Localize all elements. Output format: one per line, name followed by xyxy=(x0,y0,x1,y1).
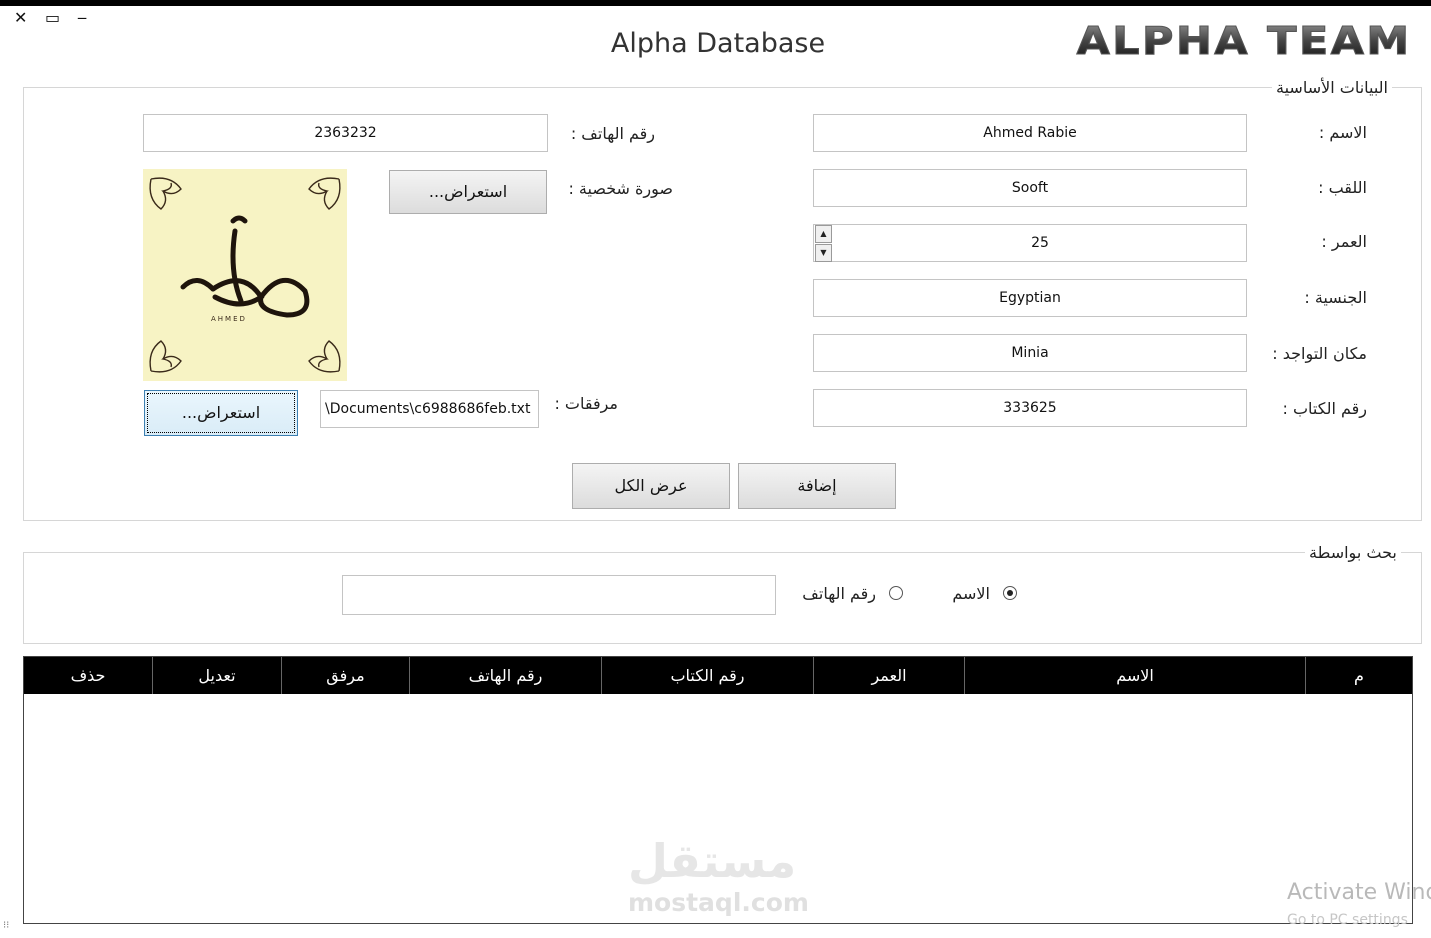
age-stepper[interactable]: ▲ ▼ xyxy=(815,225,832,262)
attachments-label: مرفقات : xyxy=(554,394,618,413)
stepper-down-icon[interactable]: ▼ xyxy=(815,244,832,262)
column-header-edit[interactable]: تعديل xyxy=(152,657,281,694)
age-field[interactable]: 25 xyxy=(813,224,1247,262)
mostaql-logo: مستقل xyxy=(628,834,797,888)
name-field[interactable]: Ahmed Rabie xyxy=(813,114,1247,152)
search-legend: بحث بواسطة xyxy=(1305,543,1401,562)
age-label: العمر : xyxy=(1321,232,1367,251)
search-input[interactable] xyxy=(342,575,776,615)
add-button[interactable]: إضافة xyxy=(738,463,896,509)
svg-text:ALPHA TEAM: ALPHA TEAM xyxy=(1077,19,1412,62)
column-header-book-number[interactable]: رقم الكتاب xyxy=(601,657,813,694)
search-by-name-radio[interactable] xyxy=(1003,586,1017,600)
profile-photo: AHMED xyxy=(143,169,347,381)
search-by-phone-radio[interactable] xyxy=(889,586,903,600)
nationality-label: الجنسية : xyxy=(1304,288,1367,307)
title-label: اللقب : xyxy=(1318,178,1367,197)
window-title: Alpha Database xyxy=(610,28,826,59)
photo-browse-button[interactable]: استعراض... xyxy=(389,170,547,214)
table-header: م الاسم العمر رقم الكتاب رقم الهاتف مرفق… xyxy=(24,657,1412,694)
phone-label: رقم الهاتف : xyxy=(570,124,655,143)
svg-text:AHMED: AHMED xyxy=(211,315,247,323)
search-by-phone-label[interactable]: رقم الهاتف xyxy=(780,584,876,603)
top-border xyxy=(0,0,1431,6)
close-icon[interactable]: ✕ xyxy=(14,8,27,28)
nationality-field[interactable]: Egyptian xyxy=(813,279,1247,317)
name-label: الاسم : xyxy=(1318,123,1367,142)
photo-label: صورة شخصية : xyxy=(568,179,673,198)
attachment-path-field[interactable]: \Documents\c6988686feb.txt xyxy=(320,390,539,428)
column-header-phone[interactable]: رقم الهاتف xyxy=(409,657,601,694)
stepper-up-icon[interactable]: ▲ xyxy=(815,225,832,243)
column-header-attachment[interactable]: مرفق xyxy=(281,657,409,694)
location-field[interactable]: Minia xyxy=(813,334,1247,372)
location-label: مكان التواجد : xyxy=(1272,344,1367,363)
column-header-index[interactable]: م xyxy=(1305,657,1412,694)
resize-grip-icon[interactable]: ⁝⁝ xyxy=(3,920,9,931)
column-header-delete[interactable]: حذف xyxy=(24,657,152,694)
column-header-name[interactable]: الاسم xyxy=(964,657,1305,694)
maximize-icon[interactable]: ▭ xyxy=(45,8,60,28)
minimize-icon[interactable]: ‒ xyxy=(77,8,87,28)
mostaql-url: mostaql.com xyxy=(628,888,809,917)
column-header-age[interactable]: العمر xyxy=(813,657,964,694)
phone-field[interactable]: 2363232 xyxy=(143,114,548,152)
activate-windows-hint: Go to PC settings xyxy=(1287,912,1408,928)
attachment-browse-button[interactable]: استعراض... xyxy=(144,390,298,436)
activate-windows-text: Activate Wind xyxy=(1287,880,1431,905)
book-number-field[interactable]: 333625 xyxy=(813,389,1247,427)
show-all-button[interactable]: عرض الكل xyxy=(572,463,730,509)
alpha-team-logo: ALPHA TEAM xyxy=(1076,19,1412,63)
book-number-label: رقم الكتاب : xyxy=(1282,399,1367,418)
title-field[interactable]: Sooft xyxy=(813,169,1247,207)
search-by-name-label[interactable]: الاسم xyxy=(930,584,990,603)
basic-data-legend: البيانات الأساسية xyxy=(1272,78,1392,97)
